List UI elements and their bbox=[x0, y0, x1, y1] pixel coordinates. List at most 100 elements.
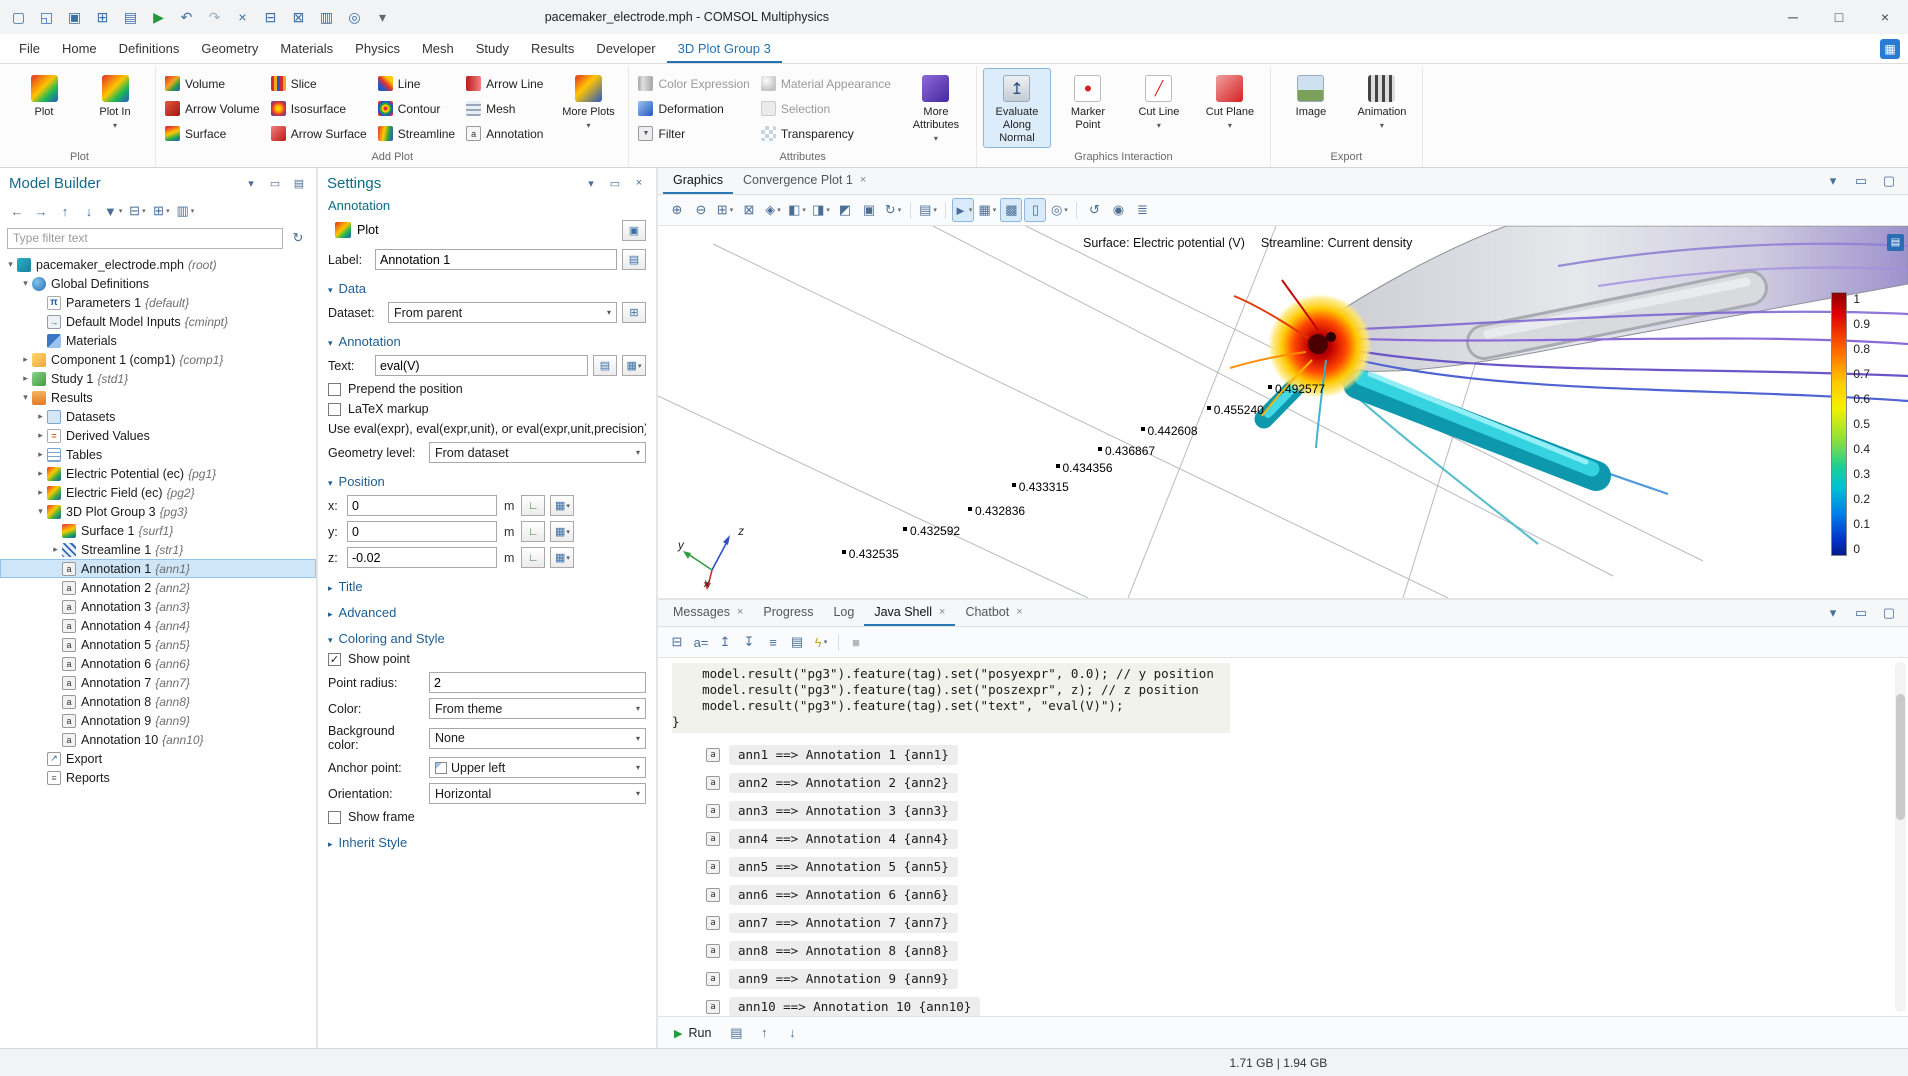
plot-button[interactable]: Plot bbox=[328, 219, 386, 241]
tree-item-default-model-inputs[interactable]: Default Model Inputs{cminpt} bbox=[0, 312, 316, 331]
tree-item-annotation-9[interactable]: Annotation 9{ann9} bbox=[0, 711, 316, 730]
run-script-button[interactable]: ϟ▾ bbox=[810, 630, 832, 654]
view-zx-plane-button[interactable]: ◩ bbox=[834, 198, 856, 222]
close-tab-icon[interactable] bbox=[939, 606, 945, 618]
isosurface-button[interactable]: Isosurface bbox=[268, 96, 375, 121]
anchor-point-select[interactable]: Upper left bbox=[429, 757, 646, 778]
show-grid-button[interactable]: ▩ bbox=[1000, 198, 1022, 222]
range-button[interactable] bbox=[521, 547, 545, 568]
clear-shell-button[interactable]: ⊟ bbox=[666, 630, 688, 654]
tree-item-annotation-8[interactable]: Annotation 8{ann8} bbox=[0, 692, 316, 711]
range-button[interactable] bbox=[521, 495, 545, 516]
animation-button[interactable]: Animation▾ bbox=[1348, 68, 1416, 148]
save-icon[interactable]: ▣ bbox=[66, 9, 83, 26]
annotation-button[interactable]: Annotation bbox=[463, 121, 551, 146]
section-position[interactable]: Position bbox=[328, 474, 646, 489]
search-icon[interactable]: ◎ bbox=[346, 9, 363, 26]
undo-icon[interactable]: ↶ bbox=[178, 9, 195, 26]
tree-item-parameters-1[interactable]: Parameters 1{default} bbox=[0, 293, 316, 312]
tree-item-electric-field-ec[interactable]: ▸Electric Field (ec){pg2} bbox=[0, 483, 316, 502]
rotate-view-button[interactable]: ↻▾ bbox=[882, 198, 904, 222]
tab-graphics[interactable]: Graphics bbox=[663, 168, 733, 194]
plot-search-button[interactable]: ◎▾ bbox=[1048, 198, 1070, 222]
tree-item-annotation-6[interactable]: Annotation 6{ann6} bbox=[0, 654, 316, 673]
float-panel-button[interactable]: ▭ bbox=[267, 175, 283, 191]
declared-variables-button[interactable]: a= bbox=[690, 630, 712, 654]
prepend-position-checkbox[interactable] bbox=[328, 383, 341, 396]
point-radius-input[interactable] bbox=[429, 672, 646, 693]
tree-item-tables[interactable]: ▸Tables bbox=[0, 445, 316, 464]
deformation-button[interactable]: Deformation bbox=[635, 96, 757, 121]
tree-item-annotation-7[interactable]: Annotation 7{ann7} bbox=[0, 673, 316, 692]
section-advanced[interactable]: Advanced bbox=[328, 605, 646, 620]
background-color-select[interactable]: None bbox=[429, 728, 646, 749]
show-filter-button[interactable]: ▼▾ bbox=[102, 199, 124, 223]
annotation-text-input[interactable] bbox=[375, 355, 588, 376]
panel-menu-button[interactable]: ▾ bbox=[583, 175, 599, 191]
copy-icon[interactable]: ⊟ bbox=[262, 9, 279, 26]
zoom-in-button[interactable]: ⊕ bbox=[666, 198, 688, 222]
close-panel-button[interactable]: × bbox=[631, 175, 647, 191]
shell-scrollbar[interactable] bbox=[1895, 662, 1906, 1012]
tree-item-annotation-5[interactable]: Annotation 5{ann5} bbox=[0, 635, 316, 654]
menu-tab-definitions[interactable]: Definitions bbox=[108, 34, 191, 63]
cut-plane-button[interactable]: Cut Plane▾ bbox=[1196, 68, 1264, 148]
menu-tab-developer[interactable]: Developer bbox=[585, 34, 666, 63]
surface-button[interactable]: Surface bbox=[162, 121, 268, 146]
minimize-icon[interactable]: ─ bbox=[1770, 0, 1816, 34]
tree-item-results[interactable]: ▾Results bbox=[0, 388, 316, 407]
maximize-panel-button[interactable]: ▢ bbox=[1878, 601, 1900, 625]
color-select[interactable]: From theme bbox=[429, 698, 646, 719]
tree-expander-icon[interactable]: ▸ bbox=[34, 449, 47, 460]
filter-button[interactable]: Filter bbox=[635, 121, 757, 146]
dataset-select[interactable]: From parent bbox=[388, 302, 617, 323]
cut-line-button[interactable]: Cut Line▾ bbox=[1125, 68, 1193, 148]
paste-icon[interactable]: ⊠ bbox=[290, 9, 307, 26]
tree-item-datasets[interactable]: ▸Datasets bbox=[0, 407, 316, 426]
range-button[interactable] bbox=[521, 521, 545, 542]
tree-expander-icon[interactable]: ▾ bbox=[19, 278, 32, 289]
insert-expression-button[interactable] bbox=[593, 355, 617, 376]
menu-tab-physics[interactable]: Physics bbox=[344, 34, 411, 63]
stop-button[interactable]: ■ bbox=[845, 630, 867, 654]
section-coloring-and-style[interactable]: Coloring and Style bbox=[328, 631, 646, 646]
tree-expander-icon[interactable]: ▸ bbox=[34, 411, 47, 422]
arrow-volume-button[interactable]: Arrow Volume bbox=[162, 96, 268, 121]
back-button[interactable]: ← bbox=[6, 199, 28, 223]
label-input[interactable] bbox=[375, 249, 617, 270]
menu-tab-results[interactable]: Results bbox=[520, 34, 585, 63]
graphics-context-icon[interactable]: ▤ bbox=[1887, 234, 1904, 251]
plot-in-window-button[interactable] bbox=[622, 220, 646, 241]
arrow-surface-button[interactable]: Arrow Surface bbox=[268, 121, 375, 146]
tree-item-annotation-1[interactable]: Annotation 1{ann1} bbox=[0, 559, 316, 578]
open-file-icon[interactable]: ◱ bbox=[38, 9, 55, 26]
view-xy-plane-button[interactable]: ◧▾ bbox=[786, 198, 808, 222]
contour-button[interactable]: Contour bbox=[375, 96, 463, 121]
transparency-button[interactable]: Transparency bbox=[758, 121, 899, 146]
tree-item-streamline-1[interactable]: ▸Streamline 1{str1} bbox=[0, 540, 316, 559]
tab-log[interactable]: Log bbox=[823, 600, 864, 626]
expression-menu-button[interactable] bbox=[622, 355, 646, 376]
select-mode-button[interactable]: ►▾ bbox=[952, 198, 974, 222]
image-button[interactable]: Image bbox=[1277, 68, 1345, 148]
forward-button[interactable]: → bbox=[30, 199, 52, 223]
tab-convergence-plot-1[interactable]: Convergence Plot 1 bbox=[733, 168, 876, 194]
scene-settings-button[interactable]: ▤▾ bbox=[917, 198, 939, 222]
expand-all-button[interactable]: ⊞▾ bbox=[150, 199, 172, 223]
print-button[interactable]: ≣ bbox=[1131, 198, 1153, 222]
rename-button[interactable] bbox=[622, 249, 646, 270]
refresh-tree-button[interactable]: ↻ bbox=[287, 226, 309, 250]
tree-item-export[interactable]: Export bbox=[0, 749, 316, 768]
save-as-icon[interactable]: ⊞ bbox=[94, 9, 111, 26]
camera-button[interactable]: ▣ bbox=[858, 198, 880, 222]
position-input[interactable] bbox=[347, 521, 497, 542]
menu-tab-materials[interactable]: Materials bbox=[269, 34, 344, 63]
zoom-out-button[interactable]: ⊖ bbox=[690, 198, 712, 222]
new-file-icon[interactable]: ▢ bbox=[10, 9, 27, 26]
section-annotation[interactable]: Annotation bbox=[328, 334, 646, 349]
tree-item-reports[interactable]: Reports bbox=[0, 768, 316, 787]
panel-menu-button[interactable]: ▾ bbox=[1822, 601, 1844, 625]
close-tab-icon[interactable] bbox=[737, 606, 743, 618]
geometry-level-select[interactable]: From dataset bbox=[429, 442, 646, 463]
tree-item-annotation-4[interactable]: Annotation 4{ann4} bbox=[0, 616, 316, 635]
